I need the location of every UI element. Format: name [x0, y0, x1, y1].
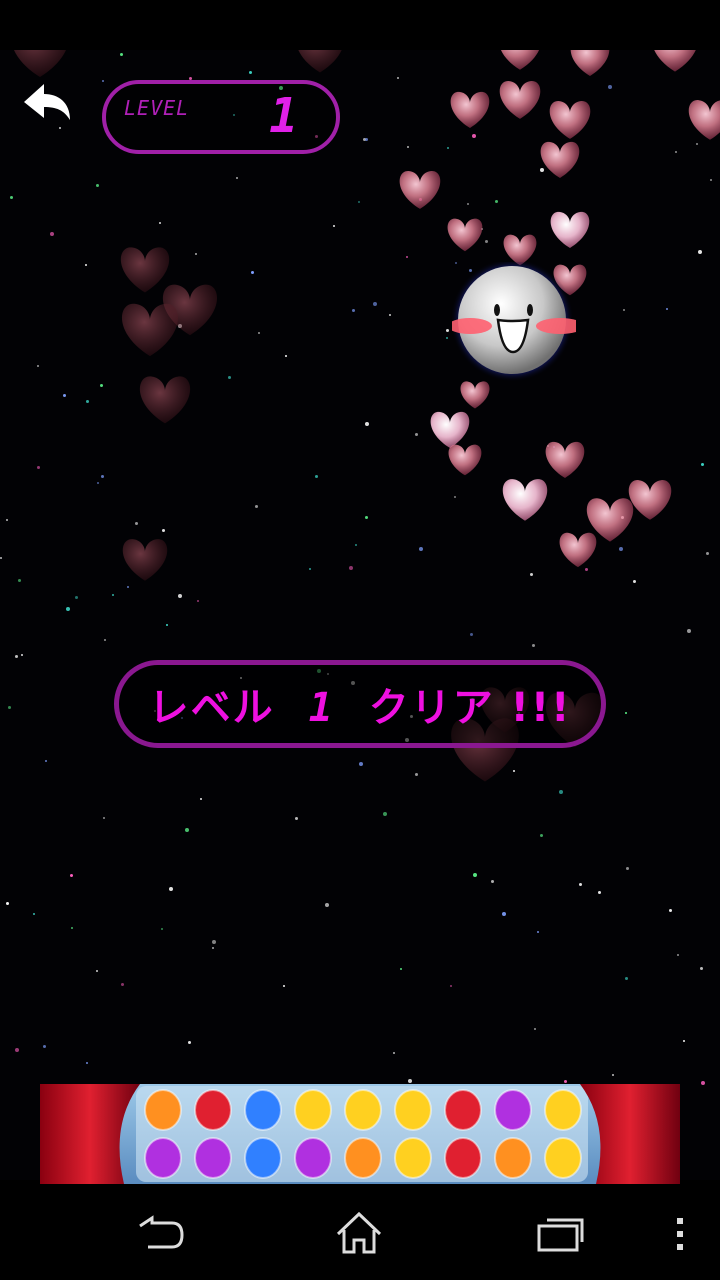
heart-bubble: [121, 303, 179, 357]
nav-home-icon: [336, 1211, 382, 1254]
heart-bubble: [399, 170, 441, 209]
candy: [444, 1137, 482, 1179]
candy: [394, 1137, 432, 1179]
heart-bubble: [503, 234, 537, 266]
heart-bubble: [540, 141, 580, 178]
game-playfield[interactable]: [0, 50, 720, 1180]
candy-ad-image: [40, 1084, 680, 1184]
heart-bubble: [450, 91, 490, 128]
floating-hearts: [14, 50, 720, 782]
candy: [344, 1089, 382, 1131]
nav-home-button[interactable]: [324, 1204, 394, 1264]
heart-bubble: [430, 411, 470, 448]
heart-bubble: [550, 211, 590, 248]
nav-back-button[interactable]: [126, 1204, 196, 1264]
heart-bubble: [122, 539, 168, 581]
ad-banner[interactable]: [40, 1084, 680, 1184]
candy: [194, 1089, 232, 1131]
heart-bubble: [448, 444, 482, 476]
heart-bubble: [120, 247, 170, 293]
level-value: 1: [269, 88, 298, 144]
back-button[interactable]: [20, 80, 76, 128]
nav-recent-apps-button[interactable]: [526, 1204, 596, 1264]
level-label: LEVEL: [124, 96, 190, 120]
candy: [294, 1089, 332, 1131]
heart-bubble: [549, 100, 591, 139]
heart-bubble: [570, 50, 610, 76]
heart-bubble: [298, 50, 342, 73]
clear-level-number: 1: [308, 685, 335, 731]
candy: [494, 1089, 532, 1131]
candy: [544, 1137, 582, 1179]
candy: [394, 1089, 432, 1131]
candy: [444, 1089, 482, 1131]
heart-bubble: [501, 50, 539, 70]
heart-bubble: [502, 479, 548, 521]
clear-suffix: クリア !!!: [368, 685, 572, 731]
heart-bubble: [545, 441, 585, 478]
level-clear-banner: レベル 1 クリア !!!: [114, 660, 606, 748]
nav-recent-apps-icon: [537, 1218, 584, 1252]
candy: [244, 1137, 282, 1179]
candy: [194, 1137, 232, 1179]
back-arrow-icon: [24, 84, 70, 120]
status-bar: [0, 0, 720, 50]
nav-overflow-menu-button[interactable]: [650, 1204, 710, 1264]
candy: [144, 1089, 182, 1131]
candy: [244, 1089, 282, 1131]
candy: [544, 1089, 582, 1131]
nav-back-icon: [139, 1215, 184, 1249]
android-navigation-bar: [0, 1184, 720, 1280]
heart-bubble: [688, 100, 720, 140]
candy: [294, 1137, 332, 1179]
clear-prefix: レベル: [148, 685, 275, 731]
candy: [344, 1137, 382, 1179]
heart-bubble: [14, 50, 66, 77]
heart-bubble: [139, 376, 191, 424]
candy: [144, 1137, 182, 1179]
heart-bubble: [628, 480, 672, 520]
heart-bubble: [559, 532, 597, 568]
nav-overflow-menu-icon: [677, 1218, 683, 1250]
heart-bubble: [499, 80, 541, 119]
heart-bubble: [654, 50, 696, 72]
level-indicator: LEVEL 1: [102, 80, 340, 154]
heart-bubble: [447, 218, 483, 252]
smiley-ball-character[interactable]: [452, 262, 576, 386]
candy: [494, 1137, 532, 1179]
